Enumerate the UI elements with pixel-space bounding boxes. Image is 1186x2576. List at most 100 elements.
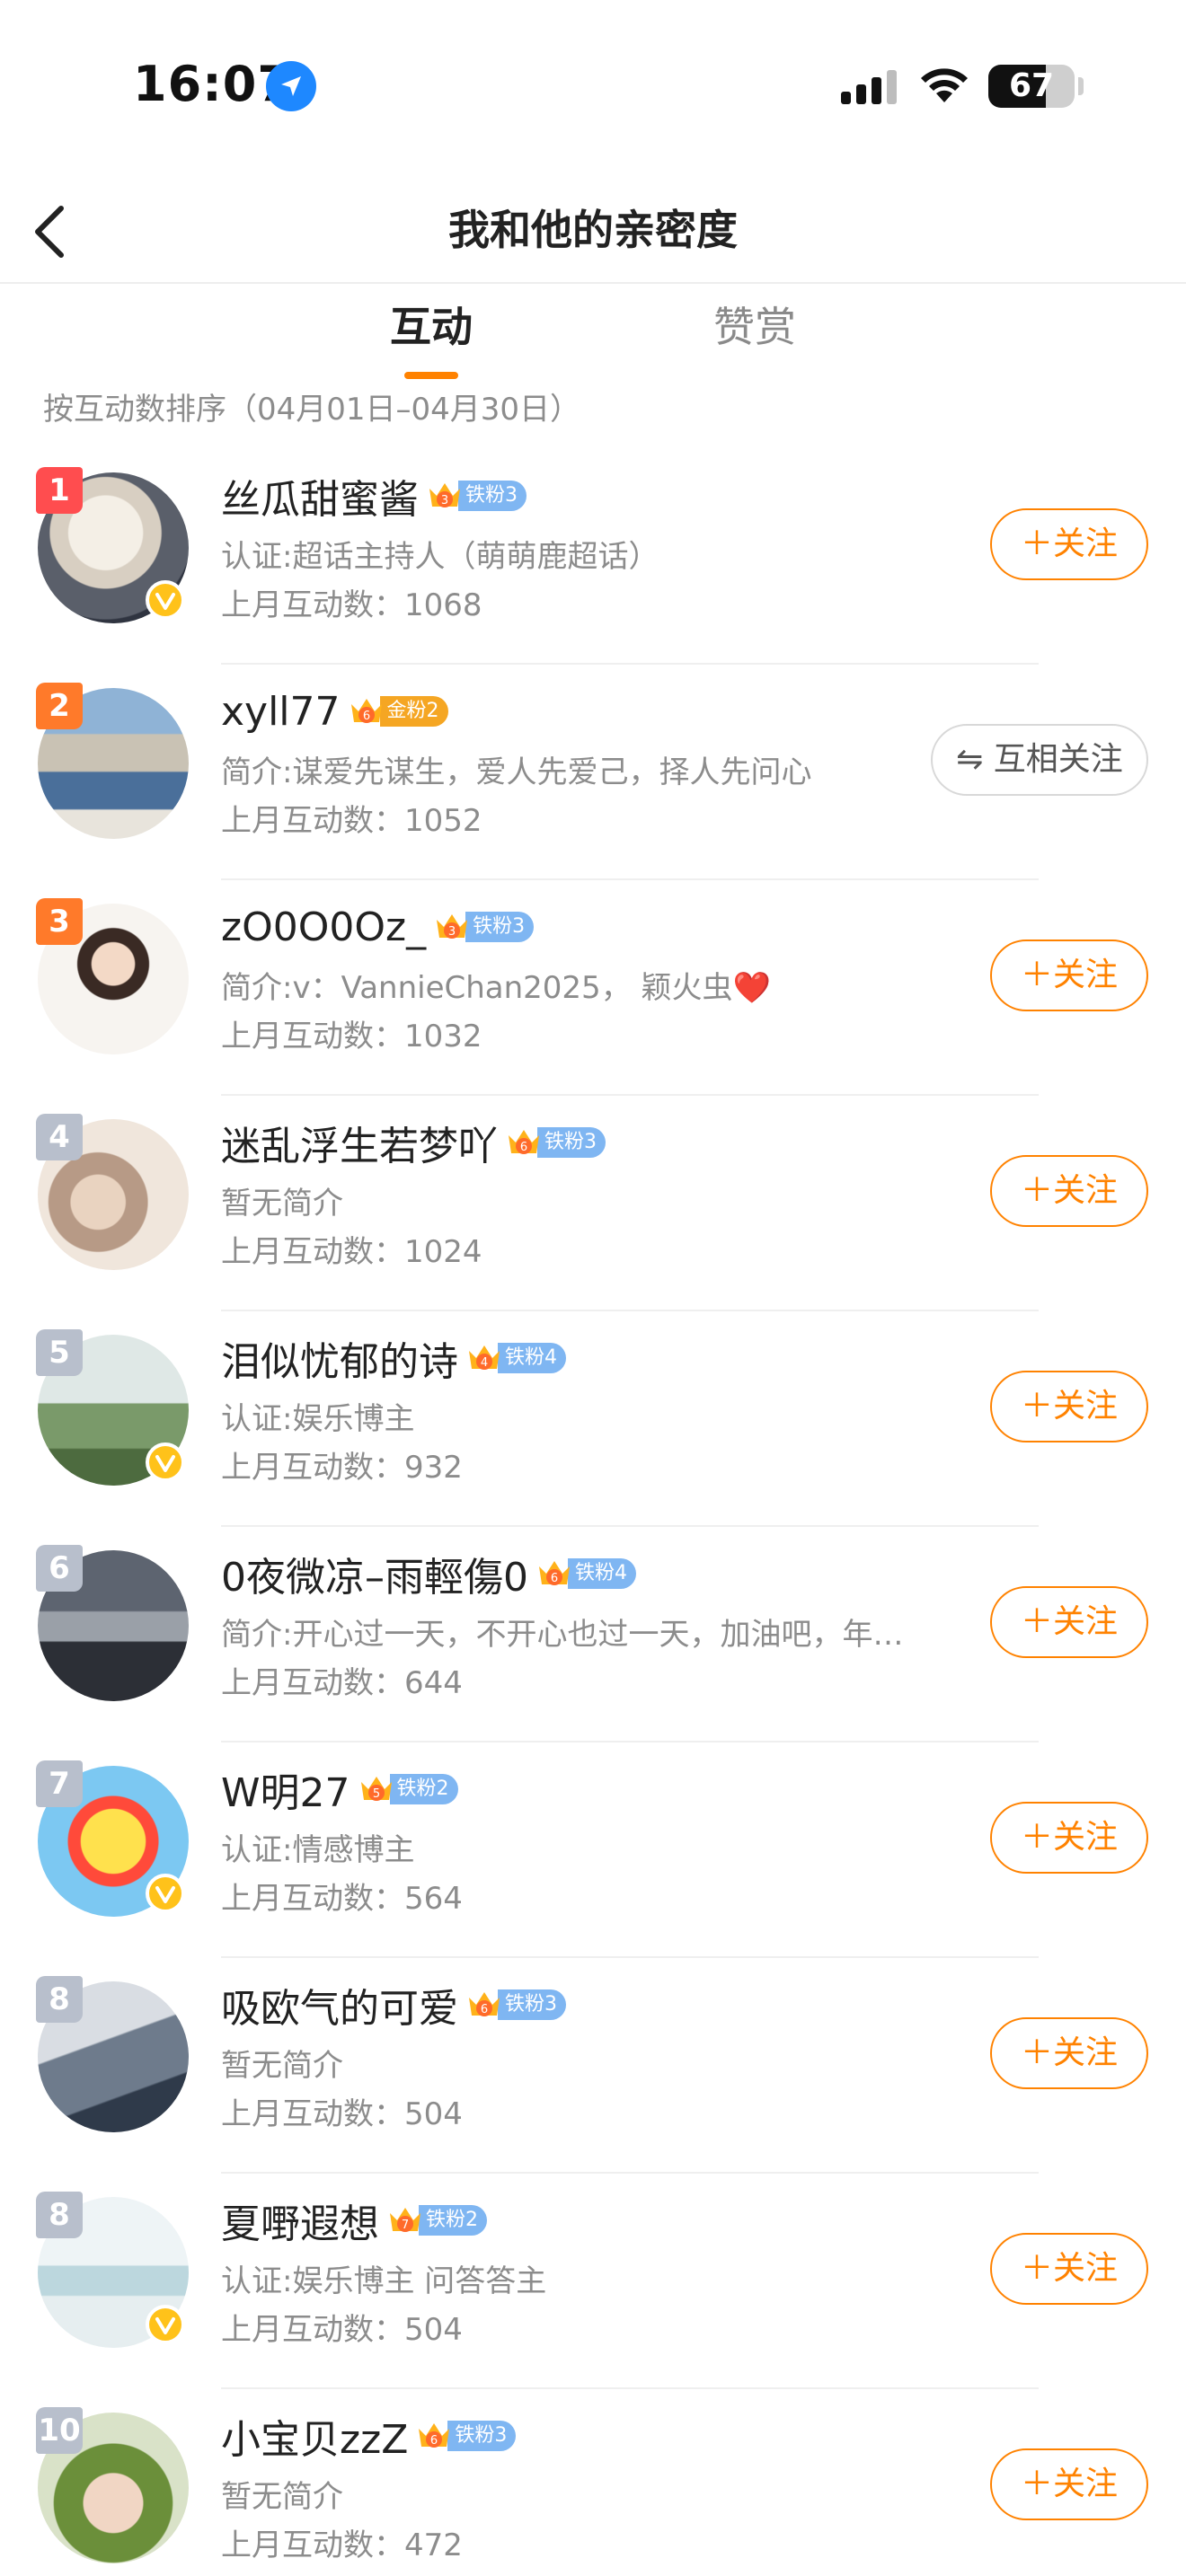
fan-badge: 3 铁粉3 <box>426 478 527 514</box>
cellular-signal-icon <box>841 68 898 104</box>
fan-level-label: 铁粉2 <box>389 1774 458 1804</box>
crown-icon: 3 <box>426 478 464 514</box>
user-intro: 简介:开心过一天，不开心也过一天，加油吧，年… <box>221 1617 904 1653</box>
crown-icon: 4 <box>465 1340 503 1376</box>
follow-button[interactable]: ＋关注 <box>990 1155 1148 1227</box>
fan-level-label: 金粉2 <box>379 696 448 727</box>
fan-level-label: 铁粉2 <box>419 2205 487 2236</box>
nav-bar: 我和他的亲密度 <box>0 180 1186 284</box>
svg-text:4: 4 <box>481 1356 488 1370</box>
sort-caption: 按互动数排序（04月01日–04月30日） <box>43 392 581 428</box>
crown-icon: 6 <box>348 693 385 729</box>
crown-icon: 5 <box>358 1771 395 1807</box>
user-name[interactable]: zO0O0Oz_ <box>221 904 426 950</box>
fan-badge: 6 铁粉3 <box>465 1987 566 2023</box>
svg-text:5: 5 <box>372 1787 379 1801</box>
list-item[interactable]: 8 吸欧气的可爱 6 铁粉3 暂无简介 上月互动数：504 ＋关注 <box>0 1958 1186 2174</box>
interaction-count: 上月互动数：644 <box>221 1665 463 1701</box>
name-line: 迷乱浮生若梦吖 6 铁粉3 <box>221 1116 606 1169</box>
list-item[interactable]: 5 泪似忧郁的诗 4 铁粉4 认证:娱乐博主 上月互动数：932 ＋关注 <box>0 1311 1186 1527</box>
fan-badge: 3 铁粉3 <box>433 909 535 945</box>
list-item[interactable]: 6 0夜微凉–雨輕傷0 6 铁粉4 简介:开心过一天，不开心也过一天，加油吧，年… <box>0 1527 1186 1742</box>
follow-button[interactable]: ＋关注 <box>990 1586 1148 1658</box>
rank-badge: 6 <box>36 1545 83 1592</box>
tab-interaction[interactable]: 互动 <box>341 295 521 354</box>
battery-percent: 67 <box>1008 67 1055 104</box>
follow-button[interactable]: ＋关注 <box>990 2017 1148 2089</box>
list-item[interactable]: 3 zO0O0Oz_ 3 铁粉3 简介:v：VannieChan2025， 颖火… <box>0 880 1186 1096</box>
list-item[interactable]: 1 丝瓜甜蜜酱 3 铁粉3 认证:超话主持人（萌萌鹿超话） 上月互动数：1068… <box>0 449 1186 665</box>
fan-badge: 6 铁粉3 <box>415 2418 517 2454</box>
interaction-count: 上月互动数：1032 <box>221 1019 482 1054</box>
interaction-count: 上月互动数：504 <box>221 2096 463 2132</box>
user-name[interactable]: 吸欧气的可爱 <box>221 1976 458 2033</box>
crown-icon: 6 <box>535 1556 573 1592</box>
svg-text:7: 7 <box>402 2219 409 2232</box>
follow-button[interactable]: ＋关注 <box>990 1371 1148 1442</box>
fan-badge: 6 铁粉3 <box>505 1125 606 1160</box>
mutual-follow-button[interactable]: ⇋ 互相关注 <box>931 724 1148 796</box>
svg-text:6: 6 <box>481 2003 488 2016</box>
user-name[interactable]: W明27 <box>221 1760 350 1818</box>
list-item[interactable]: 8 夏嘢遐想 7 铁粉2 认证:娱乐博主 问答答主 上月互动数：504 ＋关注 <box>0 2174 1186 2389</box>
rank-badge: 8 <box>36 1976 83 2023</box>
list-item[interactable]: 4 迷乱浮生若梦吖 6 铁粉3 暂无简介 上月互动数：1024 ＋关注 <box>0 1096 1186 1311</box>
user-intro: 认证:娱乐博主 <box>221 1401 415 1437</box>
interaction-count: 上月互动数：1068 <box>221 587 482 623</box>
follow-button[interactable]: ＋关注 <box>990 940 1148 1011</box>
location-arrow-icon <box>266 61 316 111</box>
wifi-icon <box>921 68 968 102</box>
crown-icon: 6 <box>415 2418 453 2454</box>
user-name[interactable]: 泪似忧郁的诗 <box>221 1329 458 1387</box>
user-name[interactable]: xyll77 <box>221 689 341 735</box>
svg-text:3: 3 <box>441 494 448 507</box>
battery-icon: 67 <box>988 65 1075 108</box>
user-name[interactable]: 0夜微凉–雨輕傷0 <box>221 1545 528 1602</box>
fan-level-label: 铁粉3 <box>447 2421 517 2451</box>
rank-badge: 7 <box>36 1760 83 1807</box>
rank-badge: 8 <box>36 2192 83 2238</box>
status-bar: 16:07 67 <box>0 0 1186 153</box>
rank-badge: 5 <box>36 1329 83 1376</box>
verified-icon <box>146 580 185 620</box>
rank-badge: 3 <box>36 898 83 945</box>
fan-level-label: 铁粉4 <box>568 1558 636 1589</box>
interaction-count: 上月互动数：932 <box>221 1450 463 1486</box>
name-line: 0夜微凉–雨輕傷0 6 铁粉4 <box>221 1547 636 1601</box>
fan-level-label: 铁粉3 <box>537 1127 606 1158</box>
fan-level-label: 铁粉3 <box>465 912 535 942</box>
user-name[interactable]: 丝瓜甜蜜酱 <box>221 467 419 525</box>
name-line: 丝瓜甜蜜酱 3 铁粉3 <box>221 469 527 523</box>
svg-text:6: 6 <box>520 1141 527 1154</box>
svg-text:6: 6 <box>362 710 369 723</box>
verified-icon <box>146 1874 185 1913</box>
fan-level-label: 铁粉3 <box>498 1989 566 2020</box>
interaction-count: 上月互动数：504 <box>221 2312 463 2348</box>
tab-reward[interactable]: 赞赏 <box>665 295 845 354</box>
user-name[interactable]: 小宝贝zzZ <box>221 2407 408 2465</box>
interaction-count: 上月互动数：1052 <box>221 803 482 839</box>
follow-button[interactable]: ＋关注 <box>990 508 1148 580</box>
fan-level-label: 铁粉3 <box>458 481 527 511</box>
list-item[interactable]: 2 xyll77 6 金粉2 简介:谋爱先谋生，爱人先爱己，择人先问心 上月互动… <box>0 665 1186 880</box>
fan-badge: 6 金粉2 <box>348 693 448 729</box>
list-item[interactable]: 7 W明27 5 铁粉2 认证:情感博主 上月互动数：564 ＋关注 <box>0 1742 1186 1958</box>
fan-badge: 7 铁粉2 <box>386 2202 487 2238</box>
rank-badge: 1 <box>36 467 83 514</box>
rank-badge: 10 <box>36 2407 83 2454</box>
user-name[interactable]: 夏嘢遐想 <box>221 2192 379 2249</box>
verified-icon <box>146 1442 185 1482</box>
name-line: 小宝贝zzZ 6 铁粉3 <box>221 2407 517 2465</box>
name-line: W明27 5 铁粉2 <box>221 1762 458 1816</box>
user-intro: 简介:谋爱先谋生，爱人先爱己，择人先问心 <box>221 754 812 790</box>
follow-button[interactable]: ＋关注 <box>990 2448 1148 2520</box>
name-line: xyll77 6 金粉2 <box>221 684 448 738</box>
user-name[interactable]: 迷乱浮生若梦吖 <box>221 1114 498 1171</box>
user-intro: 认证:超话主持人（萌萌鹿超话） <box>221 539 659 575</box>
battery-cap <box>1078 77 1084 95</box>
follow-button[interactable]: ＋关注 <box>990 2233 1148 2305</box>
follow-button[interactable]: ＋关注 <box>990 1802 1148 1874</box>
crown-icon: 6 <box>505 1125 543 1160</box>
list-item[interactable]: 10 小宝贝zzZ 6 铁粉3 暂无简介 上月互动数：472 ＋关注 <box>0 2389 1186 2576</box>
crown-icon: 3 <box>433 909 471 945</box>
